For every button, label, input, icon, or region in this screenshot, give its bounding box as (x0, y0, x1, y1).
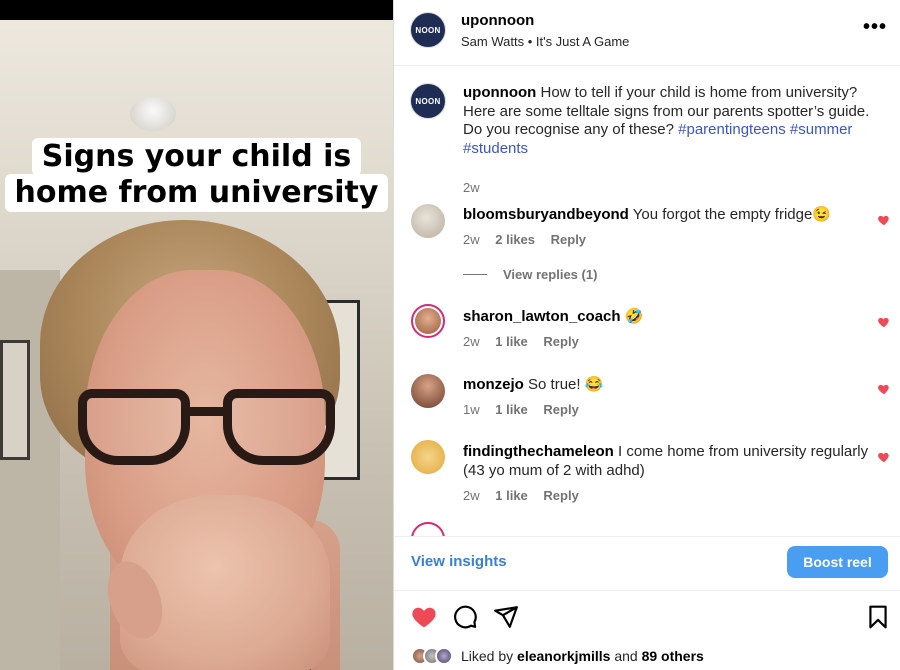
comment-like-heart-icon[interactable] (877, 315, 891, 329)
glasses-lens-left (78, 389, 190, 465)
insights-bar: View insights Boost reel (394, 536, 900, 590)
replies-divider-line (463, 274, 487, 275)
glasses-bridge (186, 407, 228, 416)
view-replies-button[interactable]: View replies (1) (463, 267, 597, 282)
comment-text: findingthechameleon I come home from uni… (463, 443, 873, 480)
reply-button[interactable]: Reply (551, 232, 586, 247)
comment-time: 2w (463, 334, 480, 349)
hashtag-summer[interactable]: #summer (790, 121, 853, 138)
hashtag-parentingteens[interactable]: #parentingteens (678, 121, 786, 138)
caption-line-2: home from university (4, 174, 389, 212)
comment-time: 2w (463, 488, 480, 503)
comment-text: bloomsburyandbeyond You forgot the empty… (463, 206, 873, 225)
comment-time: 1w (463, 402, 480, 417)
comment-body: You forgot the empty fridge😉 (632, 206, 831, 223)
comment-avatar-story-ring[interactable] (411, 304, 445, 338)
comment-avatar[interactable] (411, 440, 445, 474)
comment-avatar[interactable] (411, 374, 445, 408)
comment-like-heart-icon[interactable] (877, 213, 891, 227)
caption-time: 2w (463, 180, 480, 195)
reply-button[interactable]: Reply (543, 334, 578, 349)
comment-like-heart-icon[interactable] (877, 382, 891, 396)
comment-meta: 1w 1 like Reply (463, 402, 579, 417)
caption-line-1: Signs your child is (31, 138, 362, 176)
save-bookmark-icon[interactable] (865, 604, 891, 630)
more-options-icon[interactable]: ••• (863, 16, 887, 39)
comment-body: 🤣 (624, 308, 644, 325)
caption-text: uponnoon How to tell if your child is ho… (463, 84, 873, 158)
comment-likes[interactable]: 1 like (495, 334, 528, 349)
hashtag-students[interactable]: #students (463, 140, 528, 157)
post-header: NOON uponnoon Sam Watts • It's Just A Ga… (394, 0, 900, 66)
reply-button[interactable]: Reply (543, 402, 578, 417)
comment-meta: 2w 1 like Reply (463, 488, 579, 503)
wall-picture-left (0, 340, 30, 460)
view-insights-link[interactable]: View insights (411, 553, 507, 570)
glasses-lens-right (223, 389, 335, 465)
comment-username[interactable]: findingthechameleon (463, 443, 614, 460)
liked-by-user[interactable]: eleanorkjmills (517, 648, 610, 664)
comment-likes[interactable]: 2 likes (495, 232, 535, 247)
video-top-bar (0, 0, 393, 20)
view-replies-label: View replies (1) (503, 267, 598, 282)
comment-meta: 2w 1 like Reply (463, 334, 579, 349)
comment-username[interactable]: monzejo (463, 376, 524, 393)
like-heart-icon[interactable] (411, 604, 437, 630)
caption-avatar[interactable]: NOON (411, 84, 445, 118)
comment-meta: 2w 2 likes Reply (463, 232, 586, 247)
comment-time: 2w (463, 232, 480, 247)
liked-by-text: Liked by eleanorkjmills and 89 others (461, 648, 704, 664)
profile-avatar[interactable]: NOON (411, 13, 445, 47)
reel-video[interactable]: Signs your child is home from university (0, 0, 393, 670)
comment-text: monzejo So true! 😂 (463, 376, 873, 395)
audio-attribution[interactable]: Sam Watts • It's Just A Game (461, 34, 629, 49)
liked-by-others[interactable]: 89 others (642, 648, 704, 664)
comment-text: sharon_lawton_coach 🤣 (463, 308, 873, 327)
liked-by-and: and (614, 648, 638, 664)
comment-body: So true! 😂 (528, 376, 604, 393)
reply-button[interactable]: Reply (543, 488, 578, 503)
comment-likes[interactable]: 1 like (495, 402, 528, 417)
comment-like-heart-icon[interactable] (877, 450, 891, 464)
share-send-icon[interactable] (493, 604, 519, 630)
comment-avatar-story-ring[interactable] (411, 522, 445, 536)
logo-text: NOON (415, 96, 441, 106)
liked-by-prefix: Liked by (461, 648, 514, 664)
liked-by-row[interactable]: Liked by eleanorkjmills and 89 others (411, 645, 704, 667)
comment-avatar[interactable] (411, 204, 445, 238)
video-caption: Signs your child is home from university (0, 138, 393, 212)
caption-username[interactable]: uponnoon (463, 84, 536, 101)
comment-likes[interactable]: 1 like (495, 488, 528, 503)
action-bar (394, 590, 900, 640)
logo-text: NOON (415, 25, 441, 35)
boost-reel-button[interactable]: Boost reel (787, 546, 888, 578)
smoke-detector (130, 97, 176, 131)
liker-avatar (435, 647, 453, 665)
comments-list[interactable]: NOON uponnoon How to tell if your child … (394, 66, 900, 536)
comment-username[interactable]: bloomsburyandbeyond (463, 206, 629, 223)
comment-username[interactable]: sharon_lawton_coach (463, 308, 621, 325)
post-side-panel: NOON uponnoon Sam Watts • It's Just A Ga… (393, 0, 900, 670)
glasses (78, 385, 340, 465)
header-username[interactable]: uponnoon (461, 12, 534, 29)
comment-bubble-icon[interactable] (452, 604, 478, 630)
comment-avatar-image (415, 308, 441, 334)
